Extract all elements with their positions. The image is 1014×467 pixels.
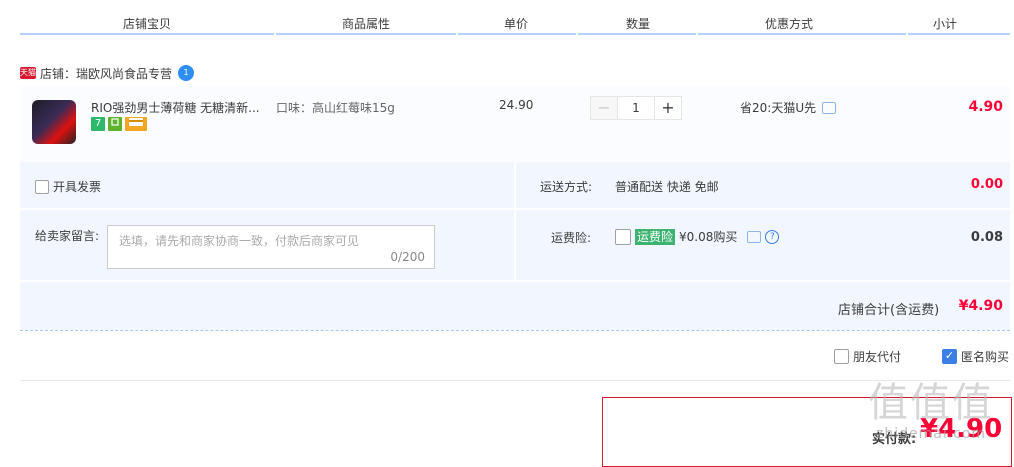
shop-name-link[interactable]: 店铺：瑞欧风尚食品专营: [40, 65, 172, 82]
service-badges: 7: [91, 117, 147, 131]
header-underline: [20, 33, 274, 35]
promo-comment-icon[interactable]: [822, 101, 837, 114]
product-attribute: 口味：高山红莓味15g: [276, 101, 395, 115]
guarantee-icon[interactable]: [108, 117, 122, 131]
col-header-subtotal: 小计: [933, 17, 958, 31]
header-underline: [276, 33, 456, 35]
anonymous-checkbox[interactable]: ✓: [942, 349, 957, 364]
col-header-unit-price: 单价: [504, 17, 529, 31]
shop-total-label: 店铺合计(含运费): [838, 303, 940, 318]
insurance-price: ¥0.08购买: [679, 230, 738, 244]
item-subtotal: 4.90: [968, 99, 1003, 115]
band-vertical-divider: [514, 162, 516, 280]
table-header: 店铺宝贝 商品属性 单价 数量 优惠方式 小计: [0, 0, 1014, 36]
insurance-tag: 运费险: [635, 228, 676, 245]
options-divider: [20, 380, 1010, 381]
wangwang-chat-icon[interactable]: 1: [178, 65, 195, 81]
quantity-input[interactable]: 1: [618, 96, 654, 120]
insurance-amount: 0.08: [970, 230, 1003, 245]
header-underline: [458, 33, 576, 35]
header-underline: [578, 33, 696, 35]
unit-price: 24.90: [499, 98, 534, 112]
quantity-decrease-button[interactable]: −: [590, 96, 618, 120]
shipping-method: 普通配送 快递 免邮: [615, 180, 719, 194]
anonymous-label: 匿名购买: [961, 350, 1010, 364]
shipping-label: 运送方式:: [540, 180, 593, 194]
insurance-help-icon[interactable]: ?: [765, 229, 780, 244]
invoice-checkbox[interactable]: [35, 179, 49, 194]
shop-total-border: [20, 330, 1010, 331]
promo-info: 省20:天猫U先: [740, 99, 837, 116]
quantity-stepper: − 1 +: [590, 96, 682, 120]
col-header-quantity: 数量: [626, 17, 651, 31]
promo-text: 省20:天猫U先: [740, 101, 817, 115]
seller-message-counter: 0/200: [390, 250, 425, 264]
insurance-comment-icon[interactable]: [747, 230, 762, 243]
tmall-icon: 天猫: [20, 67, 36, 79]
shipping-amount: 0.00: [970, 177, 1003, 192]
insurance-label: 运费险:: [551, 231, 592, 245]
header-underline: [908, 33, 1010, 35]
insurance-option: 运费险 ¥0.08购买 ?: [615, 228, 780, 245]
watermark-logo: 值值值: [868, 380, 994, 426]
friend-pay-checkbox[interactable]: [834, 349, 849, 364]
product-thumbnail[interactable]: [32, 100, 76, 144]
invoice-label: 开具发票: [53, 180, 102, 194]
product-title-link[interactable]: RIO强劲男士薄荷糖 无糖清新...: [91, 99, 263, 116]
seller-message-input[interactable]: 选填，请先和商家协商一致，付款后商家可见 0/200: [107, 225, 435, 269]
seller-message-placeholder: 选填，请先和商家协商一致，付款后商家可见: [119, 234, 360, 248]
col-header-promo: 优惠方式: [765, 17, 814, 31]
watermark-text: zhidemai.com: [876, 426, 987, 442]
shop-line: 天猫 店铺：瑞欧风尚食品专营 1: [20, 64, 195, 82]
invoice-option: 开具发票: [35, 178, 101, 195]
friend-pay-label: 朋友代付: [853, 350, 902, 364]
shop-total-amount: ¥4.90: [958, 298, 1003, 314]
seven-day-return-icon[interactable]: 7: [91, 117, 105, 131]
insurance-checkbox[interactable]: [615, 228, 631, 245]
credit-card-icon[interactable]: [125, 117, 147, 131]
col-header-attribute: 商品属性: [342, 17, 391, 31]
friend-pay-option: 朋友代付: [834, 348, 901, 365]
anonymous-option: ✓ 匿名购买: [942, 348, 1009, 365]
header-underline: [698, 33, 906, 35]
col-header-item: 店铺宝贝: [123, 17, 172, 31]
message-label: 给卖家留言:: [35, 229, 100, 243]
quantity-increase-button[interactable]: +: [654, 96, 682, 120]
